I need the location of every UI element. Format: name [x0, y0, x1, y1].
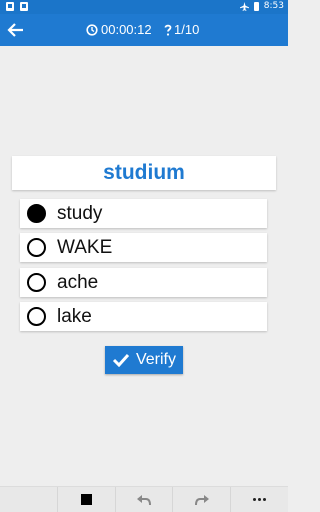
more-button[interactable] — [230, 487, 288, 512]
undo-button[interactable] — [114, 487, 173, 512]
status-bar: 8:53 — [0, 0, 288, 14]
verify-button[interactable]: Verify — [105, 346, 183, 374]
answer-option-label: lake — [57, 305, 92, 327]
radio-unselected-icon[interactable] — [27, 307, 46, 326]
radio-selected-icon[interactable] — [27, 204, 46, 223]
notification-icon — [6, 2, 14, 11]
battery-icon — [253, 1, 259, 11]
airplane-icon — [239, 1, 249, 11]
question-progress: 1/10 — [164, 22, 199, 37]
clock-time: 8:53 — [263, 1, 284, 11]
radio-unselected-icon[interactable] — [27, 238, 46, 257]
undo-icon — [136, 494, 151, 505]
answer-option[interactable]: lake — [20, 302, 267, 331]
answer-option[interactable]: WAKE — [20, 233, 267, 262]
quiz-word-card: studium — [12, 156, 276, 190]
arrow-left-icon — [7, 23, 23, 37]
back-button[interactable] — [6, 20, 26, 40]
check-icon — [112, 353, 130, 367]
clock-icon — [86, 23, 98, 36]
progress-value: 1/10 — [174, 22, 200, 37]
answer-option[interactable]: ache — [20, 268, 267, 297]
answer-option[interactable]: study — [20, 199, 267, 228]
quiz-word: studium — [103, 161, 185, 184]
question-mark-icon — [164, 24, 172, 36]
app-bar: 00:00:12 1/10 — [0, 14, 288, 46]
radio-unselected-icon[interactable] — [27, 273, 46, 292]
answer-option-label: study — [57, 202, 103, 224]
redo-icon — [194, 494, 209, 505]
stop-icon — [80, 494, 92, 505]
bottom-toolbar — [0, 486, 288, 512]
stop-button[interactable] — [56, 487, 115, 512]
timer: 00:00:12 — [86, 22, 152, 37]
answer-option-label: WAKE — [57, 236, 113, 258]
redo-button[interactable] — [172, 487, 230, 512]
answer-option-label: ache — [57, 271, 99, 293]
timer-value: 00:00:12 — [101, 22, 152, 37]
more-horizontal-icon — [253, 498, 267, 501]
verify-label: Verify — [135, 351, 176, 368]
notification-icon — [20, 2, 28, 11]
